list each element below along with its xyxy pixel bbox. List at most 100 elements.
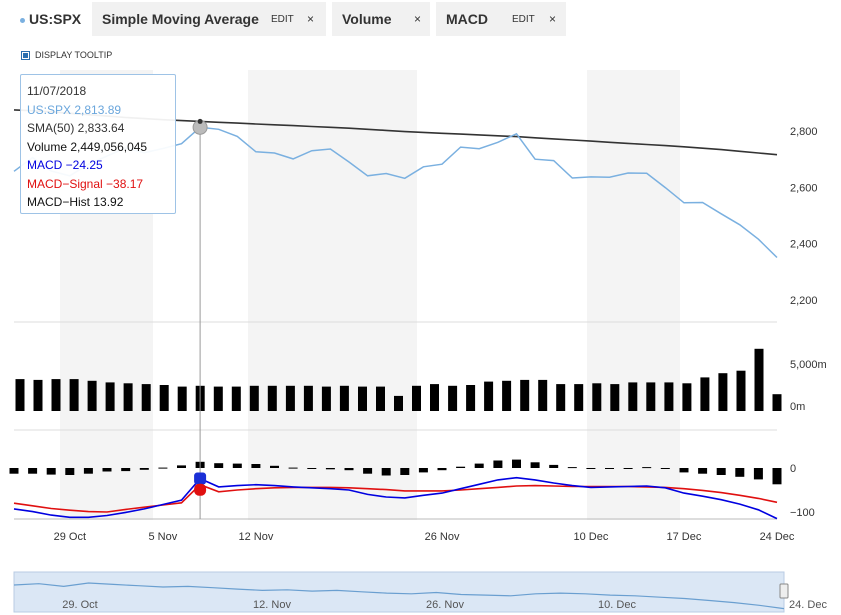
- macd-hist-bar: [660, 468, 670, 469]
- macd-hist-bar: [679, 468, 689, 473]
- x-axis-label: 29 Oct: [54, 531, 86, 543]
- volume-bar: [772, 394, 782, 411]
- price-y-tick-label: 2,600: [790, 182, 818, 194]
- price-y-tick-label: 2,800: [790, 126, 818, 138]
- volume-bar: [141, 384, 151, 411]
- navigator-label: 10. Dec: [598, 599, 636, 611]
- volume-y-tick-label: 5,000m: [790, 359, 827, 371]
- week-band: [587, 70, 680, 520]
- volume-bar: [321, 386, 331, 411]
- macd-y-tick-label: 0: [790, 463, 796, 475]
- macd-hist-bar: [437, 468, 447, 471]
- macd-marker: [194, 472, 207, 485]
- macd-hist-bar: [623, 468, 633, 469]
- volume-bar: [610, 384, 620, 411]
- macd-hist-bar: [158, 467, 168, 469]
- volume-bar: [754, 348, 764, 411]
- volume-bar: [538, 379, 548, 411]
- macd-hist-bar: [735, 468, 745, 477]
- x-axis-label: 24 Dec: [760, 531, 795, 543]
- macd-hist-bar: [418, 468, 428, 473]
- macd-hist-bar: [567, 467, 577, 469]
- macd-hist-bar: [456, 466, 466, 468]
- volume-bar: [358, 386, 367, 411]
- macd-y-tick-label: −100: [790, 507, 815, 519]
- volume-bar: [592, 383, 602, 411]
- volume-bar: [33, 379, 43, 411]
- x-axis-label: 26 Nov: [425, 531, 460, 543]
- macd-hist-bar: [530, 462, 540, 468]
- macd-hist-bar: [65, 468, 75, 475]
- macd-hist-bar: [642, 467, 652, 469]
- macd-hist-bar: [549, 464, 559, 468]
- macd-hist-bar: [493, 460, 503, 468]
- volume-bar: [718, 373, 728, 411]
- macd-hist-bar: [400, 468, 410, 475]
- macd-hist-bar: [344, 468, 354, 471]
- volume-bar: [502, 380, 512, 411]
- macd-hist-bar: [83, 468, 93, 474]
- volume-bar: [484, 381, 494, 411]
- macd-hist-bar: [605, 468, 614, 469]
- volume-bar: [556, 384, 566, 411]
- volume-bar: [267, 385, 277, 411]
- macd-hist-bar: [512, 459, 521, 468]
- x-axis-label: 12 Nov: [238, 531, 273, 543]
- x-axis-label: 10 Dec: [573, 531, 608, 543]
- macd-hist-bar: [270, 465, 279, 468]
- macd-hist-bar: [177, 465, 186, 468]
- price-y-tick-label: 2,200: [790, 295, 818, 307]
- x-axis-label: 17 Dec: [667, 531, 702, 543]
- volume-bar: [213, 386, 223, 411]
- volume-bar: [177, 386, 187, 411]
- volume-bar: [376, 386, 385, 411]
- volume-bar: [448, 385, 458, 411]
- navigator-handle[interactable]: [779, 583, 789, 599]
- macd-hist-bar: [121, 468, 131, 472]
- macd-hist-bar: [586, 468, 596, 469]
- tooltip-sma: SMA(50) 2,833.64: [27, 121, 125, 135]
- volume-bar: [87, 380, 97, 411]
- macd-hist-bar: [307, 468, 317, 469]
- tooltip-date: 11/07/2018: [27, 84, 87, 98]
- navigator-label: 26. Nov: [426, 599, 464, 611]
- volume-bar: [646, 382, 656, 411]
- navigator-label: 29. Oct: [62, 599, 97, 611]
- volume-bar: [574, 384, 584, 411]
- x-axis-label: 5 Nov: [149, 531, 178, 543]
- volume-bar: [664, 382, 674, 411]
- volume-bar: [51, 379, 61, 411]
- volume-bar: [682, 383, 692, 411]
- volume-bar: [159, 385, 169, 411]
- volume-bar: [520, 379, 530, 411]
- tooltip-volume: Volume 2,449,056,045: [27, 139, 148, 154]
- macd-hist-bar: [698, 468, 708, 474]
- macd-hist-bar: [474, 463, 484, 468]
- volume-y-tick-label: 0m: [790, 401, 805, 413]
- macd-hist-bar: [28, 468, 38, 474]
- volume-bar: [303, 385, 313, 411]
- tooltip-hist: MACD−Hist 13.92: [27, 195, 124, 209]
- macd-hist-bar: [381, 468, 391, 476]
- volume-bar: [412, 385, 421, 411]
- macd-hist-bar: [716, 468, 726, 475]
- macd-hist-bar: [363, 468, 373, 474]
- macd-hist-bar: [102, 468, 112, 472]
- volume-bar: [285, 385, 295, 411]
- macd-hist-bar: [232, 463, 242, 468]
- volume-bar: [700, 377, 710, 411]
- volume-bar: [736, 370, 746, 411]
- volume-bar: [466, 385, 476, 411]
- volume-bar: [105, 382, 115, 411]
- navigator-label: 12. Nov: [253, 599, 291, 611]
- macd-hist-bar: [772, 468, 782, 485]
- macd-hist-bar: [46, 468, 56, 475]
- chart-tooltip: 11/07/2018 US:SPX 2,813.89 SMA(50) 2,833…: [20, 74, 176, 214]
- macd-hist-bar: [251, 464, 261, 468]
- week-band: [248, 70, 417, 520]
- navigator-label: 24. Dec: [789, 599, 827, 611]
- volume-bar: [394, 395, 403, 411]
- sma-marker: [197, 118, 203, 124]
- tooltip-signal: MACD−Signal −38.17: [27, 176, 144, 191]
- macd-hist-bar: [753, 468, 763, 480]
